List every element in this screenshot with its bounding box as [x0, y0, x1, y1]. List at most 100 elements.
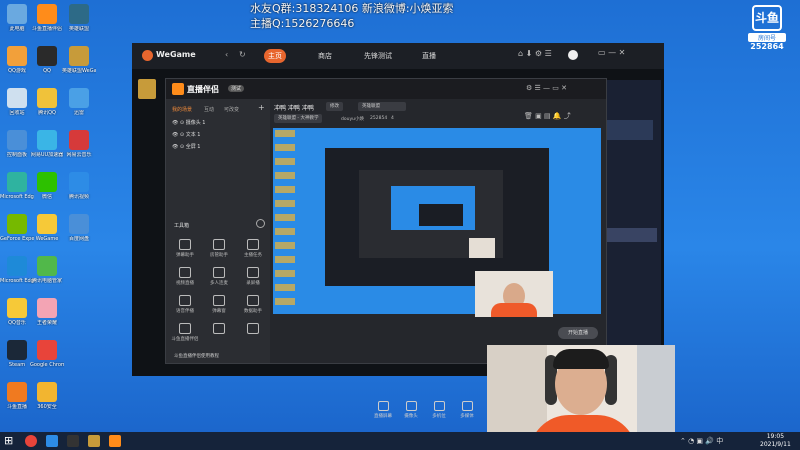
tab-home[interactable]: 主页	[264, 49, 286, 63]
start-icon[interactable]: ⊞	[4, 435, 16, 447]
lol-taskbar-icon[interactable]	[88, 435, 100, 447]
desktop-icon[interactable]: 此电脑	[0, 4, 34, 32]
qq-group-text: 水友Q群:318324106 新浪微博:小焕亚索	[250, 2, 454, 15]
tool-icon	[213, 295, 225, 306]
desktop-icon[interactable]: 控制面板	[0, 130, 34, 158]
desktop-icon[interactable]: 英雄联盟	[62, 4, 96, 32]
desktop-icon[interactable]: 360安全	[30, 382, 64, 410]
bottom-tool-icon	[461, 401, 473, 411]
clock[interactable]: 19:05 2021/9/11	[760, 433, 791, 449]
toolbox-item[interactable]: 斗鱼直播伴侣	[170, 323, 200, 342]
desktop-icon[interactable]: Microsoft Edge	[0, 172, 34, 200]
tab-pioneer-test[interactable]: 先锋测试	[360, 49, 396, 63]
desktop-icon[interactable]: 百度网盘	[62, 214, 96, 242]
tool-icon	[247, 323, 259, 334]
desktop-icon[interactable]: Google Chrome	[30, 340, 64, 368]
desktop-icon[interactable]: 王者荣耀	[30, 298, 64, 326]
desktop-icon[interactable]: 微信	[30, 172, 64, 200]
toolbox-item[interactable]: 视频直播	[170, 267, 200, 286]
nested-preview-inner	[419, 204, 463, 226]
wegame-toolbar-icons[interactable]: ⌂ ⬇ ⚙ ☰	[518, 49, 552, 58]
toolbox-item[interactable]: 录屏播	[238, 267, 268, 286]
lol-game-icon[interactable]	[138, 79, 156, 99]
start-stream-button[interactable]: 开始直播	[558, 327, 598, 339]
nested-webcam	[469, 238, 495, 258]
app-icon	[7, 172, 27, 192]
desktop-icon[interactable]: Microsoft Edge	[0, 256, 34, 284]
subcategory-select[interactable]: 英雄联盟 - 大神教学	[274, 114, 323, 123]
tab-interact[interactable]: 互动	[204, 106, 214, 113]
desktop-icon[interactable]: 英雄联盟WeGame版	[62, 46, 96, 74]
refresh-icon[interactable]: ↻	[239, 50, 246, 59]
desktop-icon[interactable]: GeForce Experience	[0, 214, 34, 242]
desktop-icon[interactable]: 腾讯电脑管家	[30, 256, 64, 284]
shirt-small	[491, 303, 537, 317]
desktop-icon[interactable]: 迅雷	[62, 88, 96, 116]
scene-fullscreen[interactable]: 👁 ⊙ 全屏 1	[172, 143, 201, 150]
desktop-icon-label: 回收站	[9, 110, 25, 116]
hair	[553, 349, 609, 369]
toolbox-item[interactable]: 弹幕助手	[170, 239, 200, 258]
app-icon	[7, 4, 27, 24]
toolbox-collapse-icon[interactable]	[256, 219, 265, 228]
toolbox-item[interactable]: 主播任务	[238, 239, 268, 258]
companion-taskbar-icon[interactable]	[109, 435, 121, 447]
douyu-room-badge: 斗鱼 房间号 252864	[740, 5, 794, 57]
desktop-icon[interactable]: QQ游戏	[0, 46, 34, 74]
toolbox-item[interactable]	[204, 323, 234, 336]
toolbox-item[interactable]: 弹幕窗	[204, 295, 234, 314]
tab-live[interactable]: 直播	[418, 49, 440, 63]
desktop-icon[interactable]: Steam	[0, 340, 34, 368]
bottom-tool-button[interactable]: 直播屏幕	[370, 401, 396, 419]
app-icon	[69, 130, 89, 150]
wegame-taskbar-icon[interactable]	[67, 435, 79, 447]
toolbox-item[interactable]: 房管助手	[204, 239, 234, 258]
companion-window-controls[interactable]: ⚙ ☰ — ▭ ✕	[526, 84, 567, 92]
tool-icon	[213, 267, 225, 278]
desktop-icon-label: 斗鱼直播伴侣	[31, 26, 62, 32]
desktop-icon[interactable]: 斗鱼直播伴侣	[30, 4, 64, 32]
room-label: 房间号	[748, 33, 786, 42]
desktop-icon[interactable]: QQ音乐	[0, 298, 34, 326]
desktop-icon[interactable]: 斗鱼直播	[0, 382, 34, 410]
toolbox-item[interactable]: 数据助手	[238, 295, 268, 314]
app-icon	[7, 130, 27, 150]
bottom-tool-button[interactable]: 多机位	[426, 401, 452, 419]
companion-logo-icon	[172, 83, 184, 95]
bottom-tool-button[interactable]: 摄像头	[398, 401, 424, 419]
desktop-icon[interactable]: WeGame	[30, 214, 64, 242]
desktop-icon[interactable]: 回收站	[0, 88, 34, 116]
desktop-icon[interactable]: 腾讯视频	[62, 172, 96, 200]
app-icon	[69, 46, 89, 66]
scene-camera[interactable]: 👁 ⊙ 摄像头 1	[172, 119, 206, 126]
bottom-tool-button[interactable]: 多媒体	[454, 401, 480, 419]
add-scene-icon[interactable]: +	[258, 103, 265, 112]
desktop-icon[interactable]: 网易云音乐	[62, 130, 96, 158]
douyu-logo-icon: 斗鱼	[752, 5, 782, 31]
system-tray-icons[interactable]: ⌃ ◔ ▣ 🔊 中	[680, 436, 723, 446]
tab-changeable[interactable]: 可改变	[224, 106, 239, 113]
toolbox-item[interactable]: 多人连麦	[204, 267, 234, 286]
app-icon	[7, 46, 27, 66]
desktop-icon-label: Google Chrome	[30, 362, 64, 368]
chrome-taskbar-icon[interactable]	[25, 435, 37, 447]
tutorial-link[interactable]: 斗鱼直播伴侣使用教程	[174, 353, 219, 359]
back-icon[interactable]: ‹	[225, 50, 228, 59]
avatar[interactable]	[568, 50, 578, 60]
desktop-icon[interactable]: QQ	[30, 46, 64, 74]
tab-store[interactable]: 商店	[314, 49, 336, 63]
scene-text[interactable]: 👁 ⊙ 文本 1	[172, 131, 201, 138]
toolbox-item[interactable]	[238, 323, 268, 336]
tab-my-scenes[interactable]: 我的场景	[172, 106, 192, 113]
app-icon	[69, 88, 89, 108]
companion-right-tools[interactable]: 🗑 ▣ ▤ 🔔 ⤴	[524, 111, 571, 121]
desktop-icon[interactable]: 腾讯QQ	[30, 88, 64, 116]
app-icon	[7, 340, 27, 360]
modify-button[interactable]: 修改	[326, 102, 343, 111]
window-controls[interactable]: ▭ — ✕	[598, 48, 625, 57]
category-select[interactable]: 英雄联盟	[358, 102, 406, 111]
edge-taskbar-icon[interactable]	[46, 435, 58, 447]
desktop-icon[interactable]: 网易UU加速器	[30, 130, 64, 158]
preview-webcam	[475, 271, 553, 317]
toolbox-item[interactable]: 语音伴播	[170, 295, 200, 314]
